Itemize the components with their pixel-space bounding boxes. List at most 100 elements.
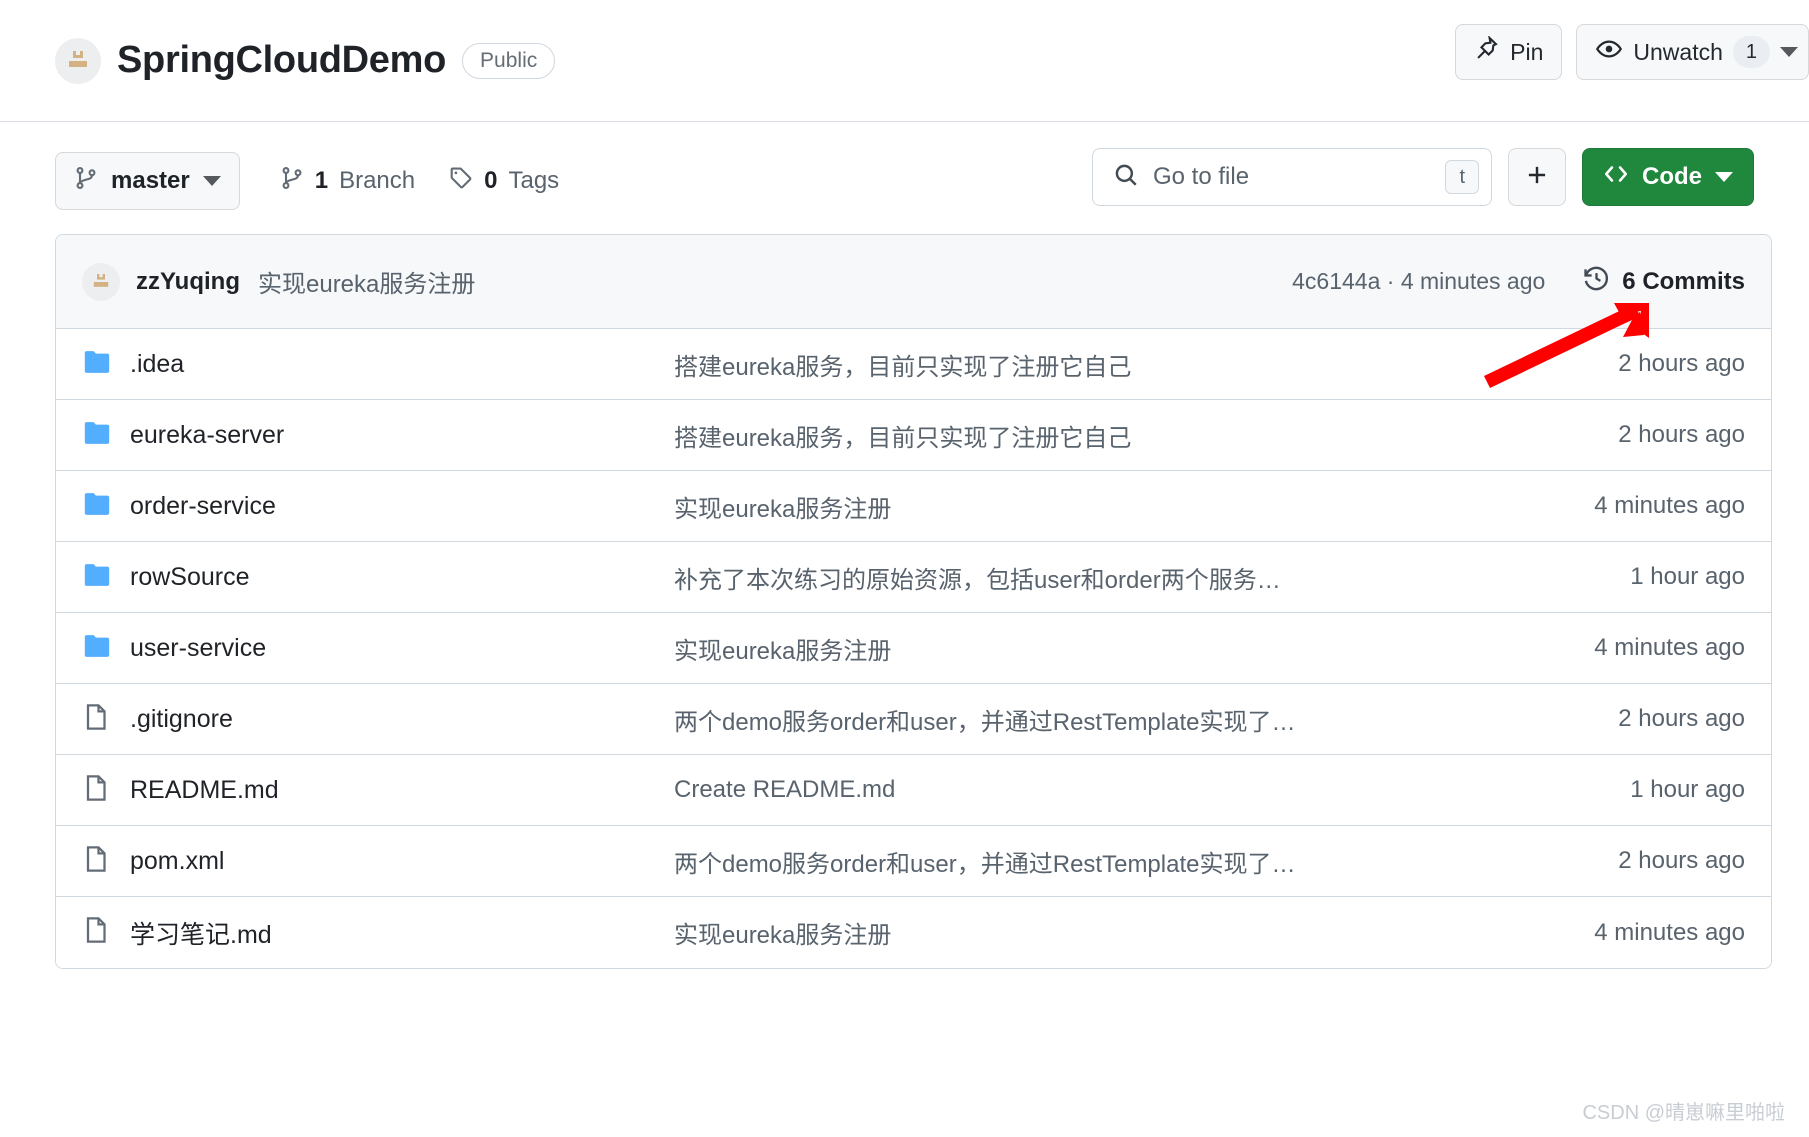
- plus-icon: [1524, 162, 1550, 193]
- folder-icon: [82, 418, 112, 453]
- folder-icon: [82, 560, 112, 595]
- chevron-down-icon: [202, 176, 221, 186]
- chevron-down-icon[interactable]: [1780, 47, 1798, 57]
- file-commit-time: 2 hours ago: [1618, 350, 1745, 377]
- unwatch-button[interactable]: Unwatch 1: [1576, 24, 1809, 80]
- file-commit-time: 2 hours ago: [1618, 421, 1745, 448]
- file-icon: [82, 702, 112, 737]
- search-shortcut-badge: t: [1445, 160, 1479, 194]
- file-name-link[interactable]: README.md: [130, 776, 279, 805]
- page-title: SpringCloudDemo: [117, 39, 447, 81]
- toolbar-right-group: Go to file t Code: [1092, 148, 1754, 206]
- commits-count-label: 6 Commits: [1622, 267, 1745, 295]
- file-icon: [82, 844, 112, 879]
- tags-count: 0: [484, 167, 498, 194]
- code-brackets-icon: [1603, 161, 1629, 194]
- branch-icon: [280, 166, 304, 197]
- repo-toolbar: master 1 Branch 0 Tags Go to file t Code: [0, 148, 1809, 214]
- table-row[interactable]: .idea 搭建eureka服务，目前只实现了注册它自己 2 hours ago: [56, 329, 1771, 400]
- repo-owner-avatar-icon: [55, 37, 101, 84]
- folder-icon: [82, 631, 112, 666]
- file-commit-time: 1 hour ago: [1630, 776, 1745, 803]
- history-clock-icon: [1583, 265, 1610, 299]
- file-commit-time: 4 minutes ago: [1594, 918, 1745, 946]
- pin-icon: [1474, 34, 1500, 68]
- commit-meta-group: 4c6144a · 4 minutes ago 6 Commits: [1292, 265, 1745, 299]
- file-name-cell: .gitignore: [82, 702, 674, 737]
- file-name-cell: rowSource: [82, 560, 674, 595]
- file-commit-message[interactable]: 搭建eureka服务，目前只实现了注册它自己: [674, 418, 1618, 453]
- file-name-link[interactable]: .gitignore: [130, 705, 233, 734]
- github-repo-page: SpringCloudDemo Public Pin Unwatch 1 mas…: [0, 0, 1809, 1137]
- table-row[interactable]: 学习笔记.md 实现eureka服务注册 4 minutes ago: [56, 897, 1771, 968]
- search-input[interactable]: Go to file t: [1092, 148, 1492, 206]
- file-commit-time: 4 minutes ago: [1594, 492, 1745, 519]
- add-file-button[interactable]: [1508, 148, 1566, 206]
- file-icon: [82, 915, 112, 950]
- file-name-link[interactable]: order-service: [130, 492, 276, 521]
- table-row[interactable]: rowSource 补充了本次练习的原始资源，包括user和order两个服务……: [56, 542, 1771, 613]
- file-commit-time: 4 minutes ago: [1594, 634, 1745, 661]
- file-name-link[interactable]: 学习笔记.md: [130, 915, 272, 951]
- file-name-cell: order-service: [82, 489, 674, 524]
- pin-button-label: Pin: [1510, 38, 1544, 65]
- code-button[interactable]: Code: [1582, 148, 1754, 206]
- commits-count-link[interactable]: 6 Commits: [1583, 265, 1745, 299]
- repo-meta-links: 1 Branch 0 Tags: [280, 166, 559, 197]
- branches-link[interactable]: 1 Branch: [280, 166, 415, 197]
- branch-selector-button[interactable]: master: [55, 152, 240, 210]
- latest-commit-message[interactable]: 实现eureka服务注册: [258, 264, 475, 299]
- file-commit-message[interactable]: 搭建eureka服务，目前只实现了注册它自己: [674, 347, 1618, 382]
- file-name-link[interactable]: .idea: [130, 350, 184, 379]
- branch-icon: [74, 166, 98, 197]
- file-commit-time: 2 hours ago: [1618, 705, 1745, 732]
- file-commit-message[interactable]: 两个demo服务order和user，并通过RestTemplate实现了…: [674, 702, 1618, 737]
- eye-icon: [1595, 35, 1623, 69]
- folder-icon: [82, 347, 112, 382]
- csdn-watermark: CSDN @晴崽嘛里啪啦: [1582, 1102, 1785, 1124]
- visibility-badge: Public: [462, 42, 556, 79]
- commit-author-group: zzYuqing: [82, 262, 240, 301]
- commit-sha-and-time[interactable]: 4c6144a · 4 minutes ago: [1292, 268, 1545, 295]
- file-commit-message[interactable]: 实现eureka服务注册: [674, 915, 1594, 950]
- watch-count: 1: [1732, 36, 1770, 68]
- file-commit-time: 2 hours ago: [1618, 847, 1745, 874]
- file-name-cell: eureka-server: [82, 418, 674, 453]
- file-commit-message[interactable]: 补充了本次练习的原始资源，包括user和order两个服务…: [674, 560, 1630, 595]
- repo-title-group: SpringCloudDemo Public: [55, 37, 556, 84]
- table-row[interactable]: user-service 实现eureka服务注册 4 minutes ago: [56, 613, 1771, 684]
- table-row[interactable]: order-service 实现eureka服务注册 4 minutes ago: [56, 471, 1771, 542]
- file-name-link[interactable]: rowSource: [130, 563, 250, 592]
- branches-label: Branch: [339, 167, 416, 194]
- table-row[interactable]: pom.xml 两个demo服务order和user，并通过RestTempla…: [56, 826, 1771, 897]
- file-listing-table: zzYuqing 实现eureka服务注册 4c6144a · 4 minute…: [55, 234, 1772, 969]
- search-placeholder: Go to file: [1153, 163, 1250, 190]
- tag-icon: [449, 166, 473, 197]
- commit-author-avatar-icon: [82, 262, 120, 301]
- code-button-label: Code: [1642, 163, 1702, 190]
- table-row[interactable]: eureka-server 搭建eureka服务，目前只实现了注册它自己 2 h…: [56, 400, 1771, 471]
- repo-header: SpringCloudDemo Public Pin Unwatch 1: [0, 0, 1809, 122]
- tags-link[interactable]: 0 Tags: [449, 166, 559, 197]
- file-name-link[interactable]: pom.xml: [130, 847, 224, 876]
- file-name-link[interactable]: eureka-server: [130, 421, 284, 450]
- file-commit-message[interactable]: Create README.md: [674, 776, 1630, 804]
- file-commit-message[interactable]: 实现eureka服务注册: [674, 489, 1594, 524]
- file-name-link[interactable]: user-service: [130, 634, 266, 663]
- branches-count: 1: [314, 167, 329, 194]
- branch-selector-label: master: [111, 167, 190, 194]
- latest-commit-bar: zzYuqing 实现eureka服务注册 4c6144a · 4 minute…: [56, 235, 1771, 329]
- file-name-cell: 学习笔记.md: [82, 915, 674, 951]
- header-actions: Pin Unwatch 1: [1455, 24, 1809, 80]
- commit-author-name[interactable]: zzYuqing: [136, 268, 240, 296]
- file-commit-message[interactable]: 两个demo服务order和user，并通过RestTemplate实现了…: [674, 844, 1618, 879]
- table-row[interactable]: .gitignore 两个demo服务order和user，并通过RestTem…: [56, 684, 1771, 755]
- file-icon: [82, 773, 112, 808]
- file-name-cell: README.md: [82, 773, 674, 808]
- file-name-cell: .idea: [82, 347, 674, 382]
- pin-button[interactable]: Pin: [1455, 24, 1563, 80]
- unwatch-button-label: Unwatch: [1633, 38, 1723, 65]
- file-rows: .idea 搭建eureka服务，目前只实现了注册它自己 2 hours ago…: [56, 329, 1771, 968]
- file-commit-message[interactable]: 实现eureka服务注册: [674, 631, 1594, 666]
- table-row[interactable]: README.md Create README.md 1 hour ago: [56, 755, 1771, 826]
